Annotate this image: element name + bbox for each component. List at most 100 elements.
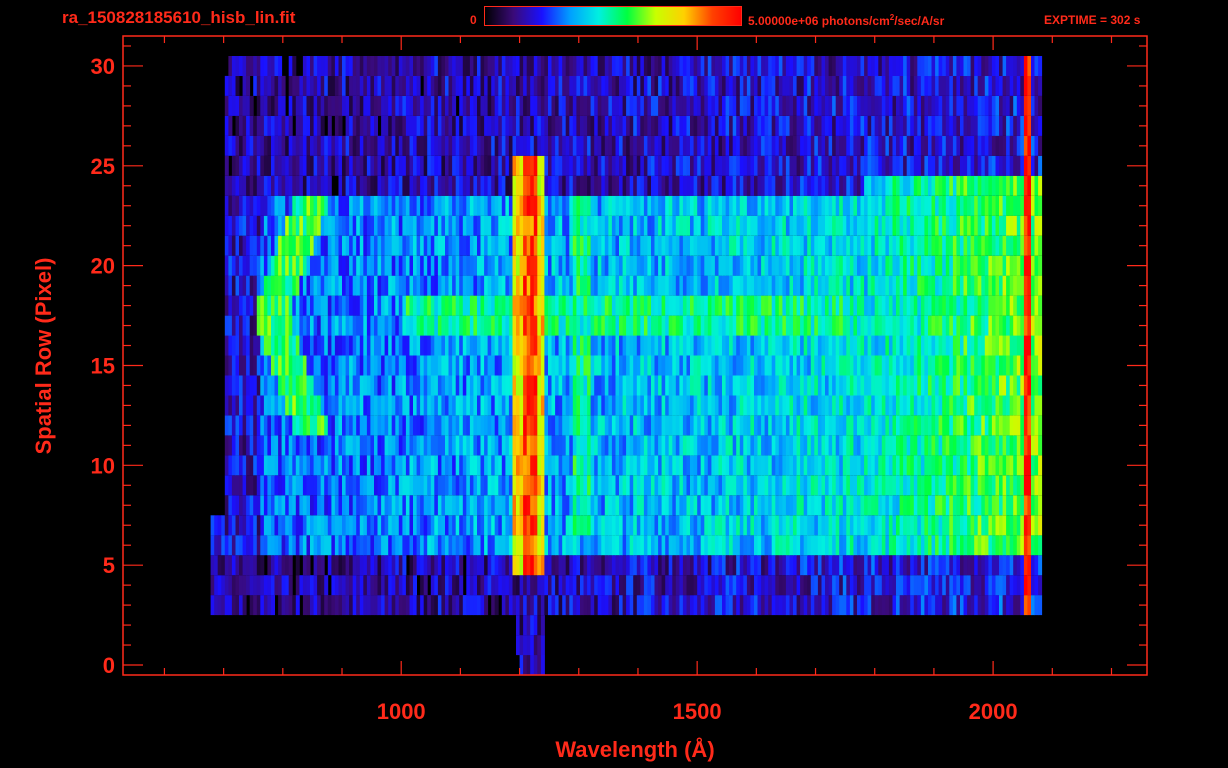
heatmap-cell [636,235,641,256]
heatmap-cell [583,335,588,356]
heatmap-cell [697,395,702,416]
heatmap-cell [810,355,815,376]
heatmap-cell [839,295,844,316]
heatmap-cell [700,315,705,336]
heatmap-cell [864,395,869,416]
heatmap-cell [271,235,275,256]
heatmap-cell [455,555,460,576]
heatmap-cell [597,475,602,496]
heatmap-cell [736,255,741,276]
heatmap-cell [931,295,936,316]
heatmap-cell [437,275,442,296]
heatmap-cell [576,515,581,536]
heatmap-cell [562,395,567,416]
heatmap-cell [892,255,897,276]
heatmap-cell [686,335,691,356]
heatmap-cell [349,455,354,476]
heatmap-cell [228,555,233,576]
heatmap-cell [501,575,506,596]
heatmap-cell [416,535,421,556]
heatmap-cell [778,495,783,516]
heatmap-cell [682,315,687,336]
heatmap-cell [903,255,908,276]
heatmap-cell [445,335,449,356]
heatmap-cell [825,255,829,276]
heatmap-cell [729,495,734,516]
heatmap-cell [835,335,840,356]
heatmap-cell [370,475,375,496]
heatmap-cell [484,495,489,516]
heatmap-cell [739,455,744,476]
heatmap-cell [260,555,265,576]
heatmap-cell [587,335,592,356]
heatmap-cell [984,335,989,356]
heatmap-cell [743,255,748,276]
heatmap-cell [501,555,506,576]
heatmap-cell [519,415,524,436]
heatmap-cell [491,475,496,496]
heatmap-cell [317,435,322,456]
heatmap-cell [480,175,485,196]
heatmap-cell [981,515,986,536]
heatmap-cell [445,295,449,316]
heatmap-cell [466,255,471,276]
heatmap-cell [995,475,1000,496]
heatmap-cell [405,595,410,616]
heatmap-cell [846,255,851,276]
heatmap-cell [658,175,663,196]
heatmap-cell [853,255,858,276]
heatmap-cell [334,415,339,436]
heatmap-cell [892,475,897,496]
heatmap-cell [462,175,467,196]
heatmap-cell [548,455,552,476]
heatmap-cell [576,555,581,576]
heatmap-cell [984,355,989,376]
heatmap-cell [817,495,822,516]
heatmap-cell [246,375,251,396]
heatmap-cell [416,235,421,256]
heatmap-cell [487,495,492,516]
heatmap-cell [668,415,673,436]
heatmap-cell [928,415,932,436]
heatmap-cell [413,175,417,196]
heatmap-cell [374,575,378,596]
heatmap-cell [281,495,286,516]
heatmap-cell [729,455,734,476]
heatmap-cell [239,275,243,296]
heatmap-cell [540,575,545,596]
heatmap-cell [651,595,655,616]
heatmap-cell [295,355,300,376]
heatmap-cell [778,455,783,476]
heatmap-cell [764,515,769,536]
heatmap-cell [1009,275,1014,296]
heatmap-cell [608,535,613,556]
heatmap-cell [214,595,219,616]
heatmap-cell [572,495,577,516]
heatmap-cell [402,515,407,536]
heatmap-cell [583,595,588,616]
heatmap-cell [707,435,712,456]
heatmap-cell [867,315,872,336]
heatmap-cell [867,415,872,436]
heatmap-cell [935,235,940,256]
heatmap-cell [995,455,1000,476]
heatmap-cell [626,435,631,456]
heatmap-cell [665,515,670,536]
heatmap-cell [1023,255,1028,276]
heatmap-cell [775,415,780,436]
heatmap-cell [643,415,648,436]
heatmap-cell [892,215,897,236]
heatmap-cell [828,195,833,216]
heatmap-cell [459,255,464,276]
heatmap-cell [725,555,730,576]
heatmap-cell [292,535,297,556]
heatmap-cell [459,235,464,256]
heatmap-cell [228,475,233,496]
heatmap-cell [594,195,599,216]
heatmap-cell [310,395,314,416]
heatmap-cell [249,235,254,256]
heatmap-cell [931,255,936,276]
heatmap-cell [601,495,606,516]
heatmap-cell [462,515,467,536]
heatmap-cell [814,435,819,456]
